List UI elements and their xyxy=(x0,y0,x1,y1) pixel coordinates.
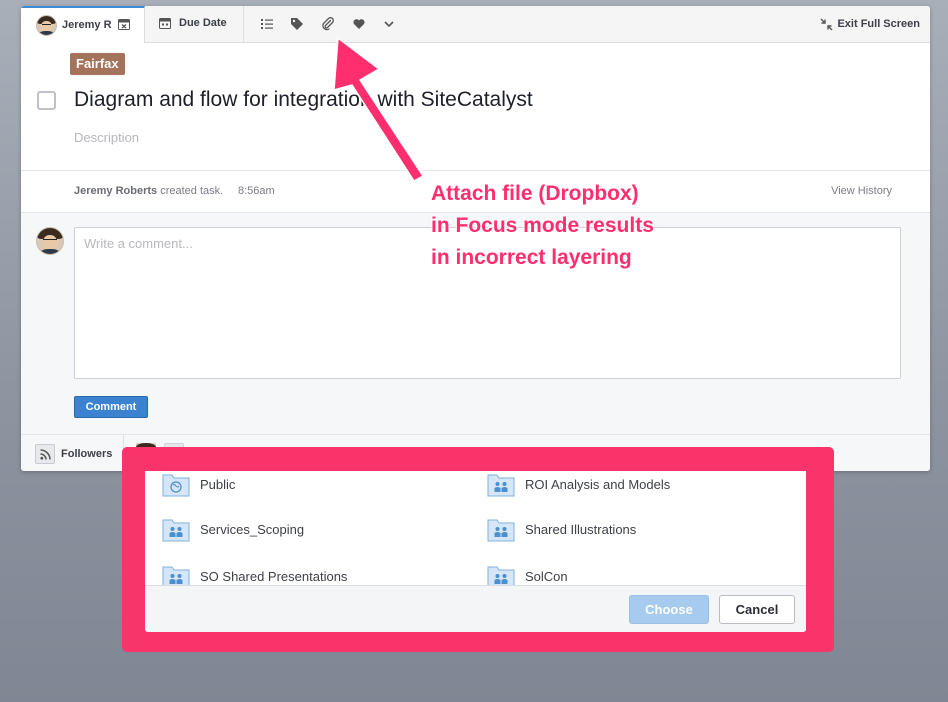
task-complete-checkbox[interactable] xyxy=(37,91,56,110)
exit-fullscreen-label: Exit Full Screen xyxy=(837,18,920,30)
exit-fullscreen-button[interactable]: Exit Full Screen xyxy=(820,17,920,31)
heart-icon[interactable] xyxy=(352,17,366,31)
calendar-icon xyxy=(159,18,171,29)
activity-action: created task. xyxy=(157,185,224,197)
assignee-name: Jeremy R xyxy=(62,19,112,31)
shared-folder-icon xyxy=(487,474,515,497)
assignee-avatar xyxy=(36,15,57,36)
calendar-x-icon xyxy=(118,19,130,30)
divider xyxy=(21,170,930,171)
description-field[interactable]: Description xyxy=(74,130,139,145)
view-history-link[interactable]: View History xyxy=(831,185,892,197)
activity-entry: Jeremy Roberts created task. xyxy=(74,185,223,197)
comment-button[interactable]: Comment xyxy=(74,396,148,418)
task-title[interactable]: Diagram and flow for integration with Si… xyxy=(74,88,533,112)
shared-folder-icon xyxy=(487,519,515,542)
chooser-footer: Choose Cancel xyxy=(145,585,806,632)
folder-name: Shared Illustrations xyxy=(525,521,637,537)
activity-author[interactable]: Jeremy Roberts xyxy=(74,185,157,197)
assignee-button[interactable]: Jeremy R xyxy=(21,6,145,43)
folder-name: Services_Scoping xyxy=(200,521,305,537)
folder-name: SolCon xyxy=(525,568,568,584)
paperclip-icon[interactable] xyxy=(321,17,335,31)
project-tag[interactable]: Fairfax xyxy=(70,53,125,75)
cancel-button[interactable]: Cancel xyxy=(719,595,795,624)
activity-time: 8:56am xyxy=(238,185,275,197)
folder-item[interactable]: Services_Scoping xyxy=(162,516,304,542)
task-toolbar: Jeremy R Due Date Exit Full Screen xyxy=(21,6,930,43)
rss-icon xyxy=(40,449,51,460)
due-date-label: Due Date xyxy=(179,17,227,29)
shared-folder-icon xyxy=(162,519,190,542)
folder-item[interactable]: ROI Analysis and Models xyxy=(487,471,670,497)
current-user-avatar xyxy=(36,227,64,255)
annotation-line: Attach file (Dropbox) xyxy=(431,182,639,205)
due-date-button[interactable]: Due Date xyxy=(159,6,244,43)
folder-name: ROI Analysis and Models xyxy=(525,476,671,492)
choose-button[interactable]: Choose xyxy=(629,595,709,624)
folder-item[interactable]: Shared Illustrations xyxy=(487,516,636,542)
tag-icon[interactable] xyxy=(290,17,304,31)
collapse-icon xyxy=(820,18,833,30)
follow-button[interactable] xyxy=(35,444,55,464)
chevron-down-icon[interactable] xyxy=(382,17,396,31)
followers-label: Followers xyxy=(61,448,113,460)
annotation-line: in incorrect layering xyxy=(431,246,632,269)
annotation-line: in Focus mode results xyxy=(431,214,654,237)
subtasks-icon[interactable] xyxy=(260,17,274,31)
annotation-text: Attach file (Dropbox) in Focus mode resu… xyxy=(431,178,654,274)
folder-name: Public xyxy=(200,476,236,492)
folder-name: SO Shared Presentations xyxy=(200,568,348,584)
public-folder-icon xyxy=(162,474,190,497)
folder-item[interactable]: Public xyxy=(162,471,235,497)
dropbox-chooser: Public ROI Analysis and Models Services_… xyxy=(145,471,806,632)
